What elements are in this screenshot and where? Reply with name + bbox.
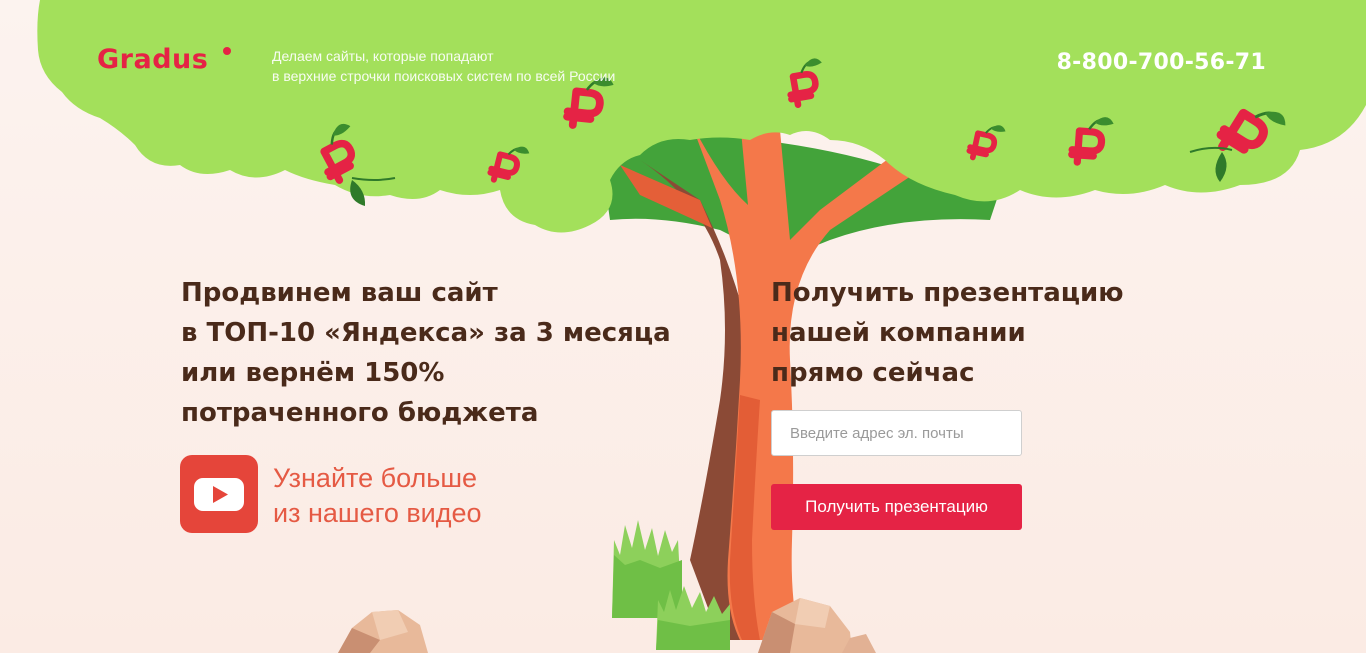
rock-icon [338, 610, 428, 653]
form-title-line: нашей компании [771, 318, 1026, 348]
tagline-line: в верхние строчки поисковых систем по вс… [272, 68, 616, 84]
email-field[interactable] [771, 410, 1022, 456]
tagline-line: Делаем сайты, которые попадают [272, 48, 494, 64]
headline-line: Продвинем ваш сайт [181, 278, 498, 308]
headline-line: потраченного бюджета [181, 398, 539, 428]
youtube-play-icon[interactable] [180, 455, 258, 533]
tagline: Делаем сайты, которые попадают в верхние… [272, 46, 615, 86]
headline-line: или вернём 150% [181, 358, 445, 388]
phone-number[interactable]: 8-800-700-56-71 [1057, 50, 1266, 75]
logo-dot [223, 47, 231, 55]
form-title-line: Получить презентацию [771, 278, 1124, 308]
get-presentation-button[interactable]: Получить презентацию [771, 484, 1022, 530]
video-link-line[interactable]: Узнайте больше [273, 461, 482, 496]
headline-line: в ТОП-10 «Яндекса» за 3 месяца [181, 318, 671, 348]
video-link-line[interactable]: из нашего видео [273, 496, 482, 531]
video-link-text[interactable]: Узнайте больше из нашего видео [273, 461, 482, 531]
form-title-line: прямо сейчас [771, 358, 975, 388]
hero-headline: Продвинем ваш сайт в ТОП-10 «Яндекса» за… [181, 273, 671, 433]
form-title: Получить презентацию нашей компании прям… [771, 273, 1124, 393]
logo[interactable]: Gradus [97, 44, 208, 75]
video-link[interactable]: Узнайте больше из нашего видео [180, 455, 520, 533]
